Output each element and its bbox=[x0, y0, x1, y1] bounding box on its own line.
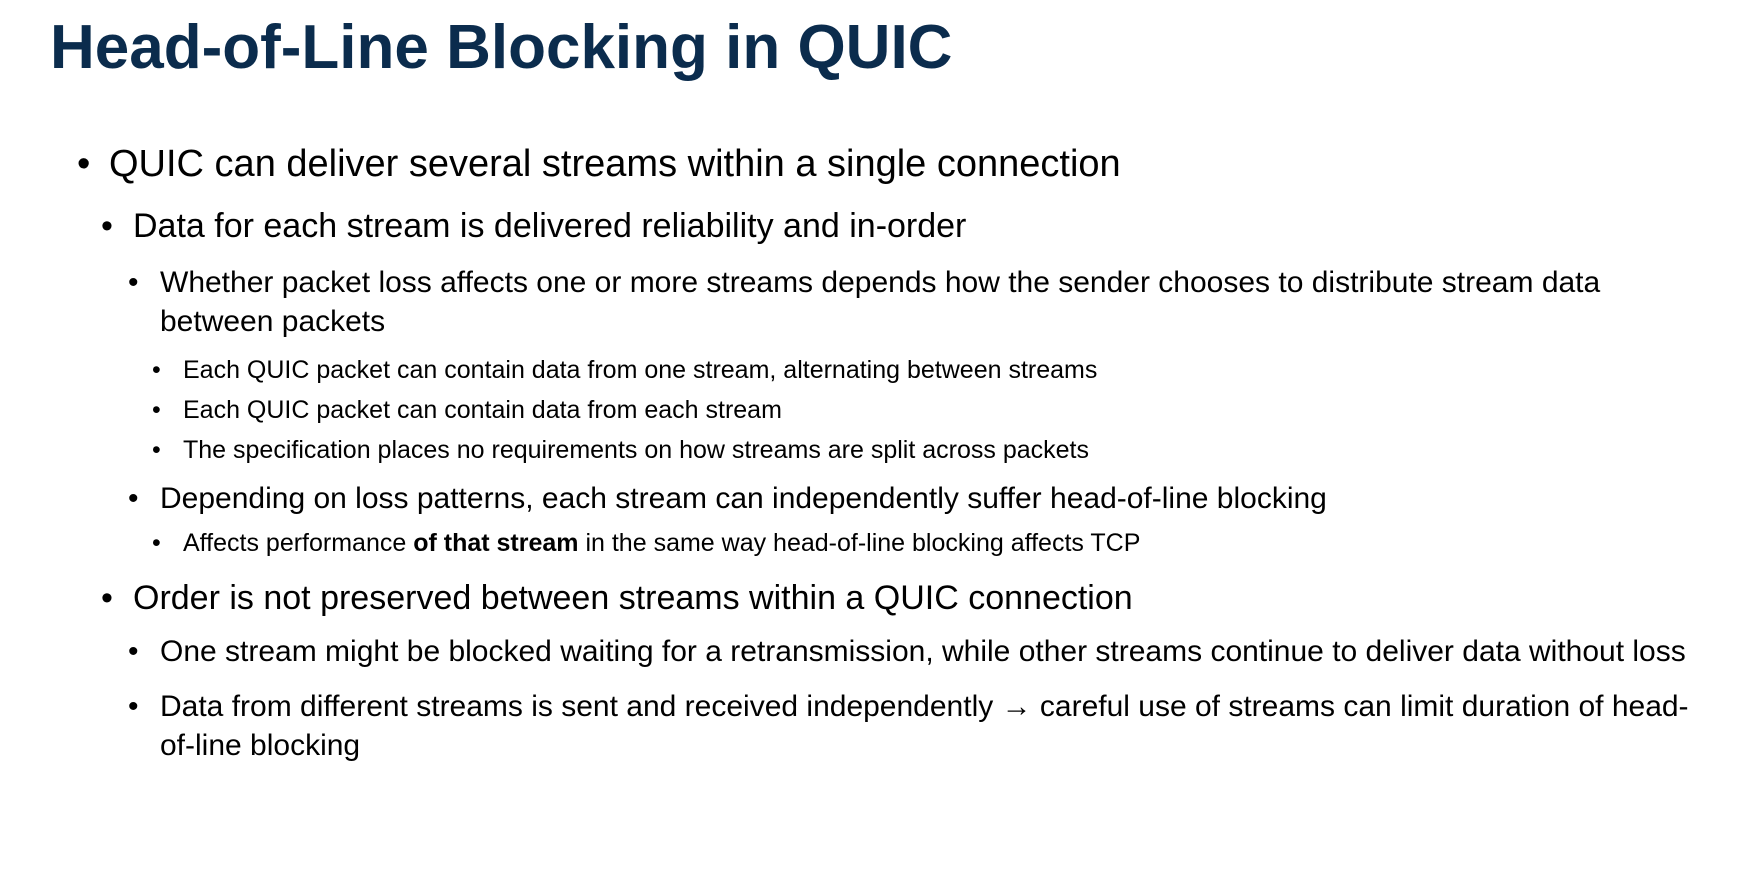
bullet-affects-performance-pre: Affects performance bbox=[183, 529, 414, 557]
bullet-affects-performance-emphasis: of that stream bbox=[413, 529, 579, 557]
bullet-packet-loss-distribution: Whether packet loss affects one or more … bbox=[0, 263, 1758, 341]
bullet-loss-patterns: Depending on loss patterns, each stream … bbox=[0, 479, 1758, 518]
bullet-order-not-preserved: Order is not preserved between streams w… bbox=[0, 576, 1758, 620]
bullet-one-stream-per-packet: Each QUIC packet can contain data from o… bbox=[0, 353, 1758, 387]
bullet-affects-performance: Affects performance of that stream in th… bbox=[0, 526, 1758, 560]
bullet-each-stream-per-packet: Each QUIC packet can contain data from e… bbox=[0, 393, 1758, 427]
bullet-quic-streams: QUIC can deliver several streams within … bbox=[0, 140, 1758, 188]
bullet-stream-reliability: Data for each stream is delivered reliab… bbox=[0, 204, 1758, 248]
bullet-independent-streams: Data from different streams is sent and … bbox=[0, 687, 1758, 765]
bullet-list: QUIC can deliver several streams within … bbox=[0, 140, 1758, 765]
slide-title: Head-of-Line Blocking in QUIC bbox=[50, 13, 953, 82]
bullet-stream-blocked: One stream might be blocked waiting for … bbox=[0, 632, 1758, 671]
bullet-no-spec-requirements: The specification places no requirements… bbox=[0, 433, 1758, 467]
bullet-affects-performance-post: in the same way head-of-line blocking af… bbox=[578, 529, 1141, 557]
